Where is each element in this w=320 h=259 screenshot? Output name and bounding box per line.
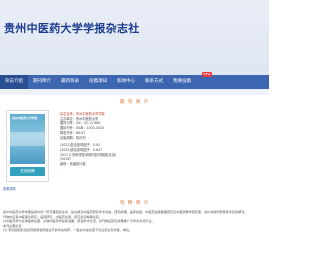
site-header: 贵州中医药大学学报杂志社 — [0, 0, 269, 75]
section-title-description: 刊 物 简 介 — [119, 201, 150, 206]
journal-cover-image: 贵州中医药大学学报 — [10, 114, 45, 164]
site-title: 贵州中医药大学学报杂志社 — [4, 22, 140, 35]
nav-item-toc[interactable]: 最新目录 — [56, 75, 84, 89]
nav-underline — [0, 89, 269, 95]
cover-band — [10, 132, 45, 146]
nav-item-news[interactable]: 新闻中心 — [112, 75, 140, 89]
info-row: 级别：省级统计源 — [60, 162, 86, 167]
new-badge: NEW — [201, 72, 212, 77]
nav-item-submit[interactable]: 我要投稿 — [168, 75, 196, 89]
nav-item-intro[interactable]: 杂志介绍 — [0, 75, 28, 89]
detail-link[interactable]: 查看详情 — [3, 186, 16, 191]
nav-item-guide[interactable]: 投稿须知 — [84, 75, 112, 89]
journal-cover-card: 贵州中医药大学学报 在线投稿 — [6, 110, 49, 182]
journal-description: 贵州中医药大学学报是贵州省一所高等院校主办，旨在报道中医药研究学术动态、研究成果… — [3, 210, 265, 233]
main-nav: 杂志介绍 期刊简介 最新目录 投稿须知 新闻中心 联系方式 我要投稿 NEW — [0, 72, 269, 89]
cover-title: 贵州中医药大学学报 — [12, 116, 38, 120]
nav-item-journal[interactable]: 期刊简介 — [28, 75, 56, 89]
nav-item-contact[interactable]: 联系方式 — [140, 75, 168, 89]
section-title-journal: 期 刊 简 介 — [119, 100, 150, 105]
online-submit-button[interactable]: 在线投稿 — [10, 167, 45, 176]
description-paragraph: 贵州中医药大学学报是贵州省一所高等院校主办，旨在报道中医药研究学术动态、研究成果… — [3, 210, 248, 214]
journal-info: 杂志名称：贵州中医药大学学报 主办单位：贵州中医药大学 国内刊号：CN：52-1… — [60, 112, 260, 167]
description-paragraph: (1) 带标题和栏目名称使用说明性文字的中文简称，一般在中文标题下标注英文及作者… — [3, 228, 133, 233]
